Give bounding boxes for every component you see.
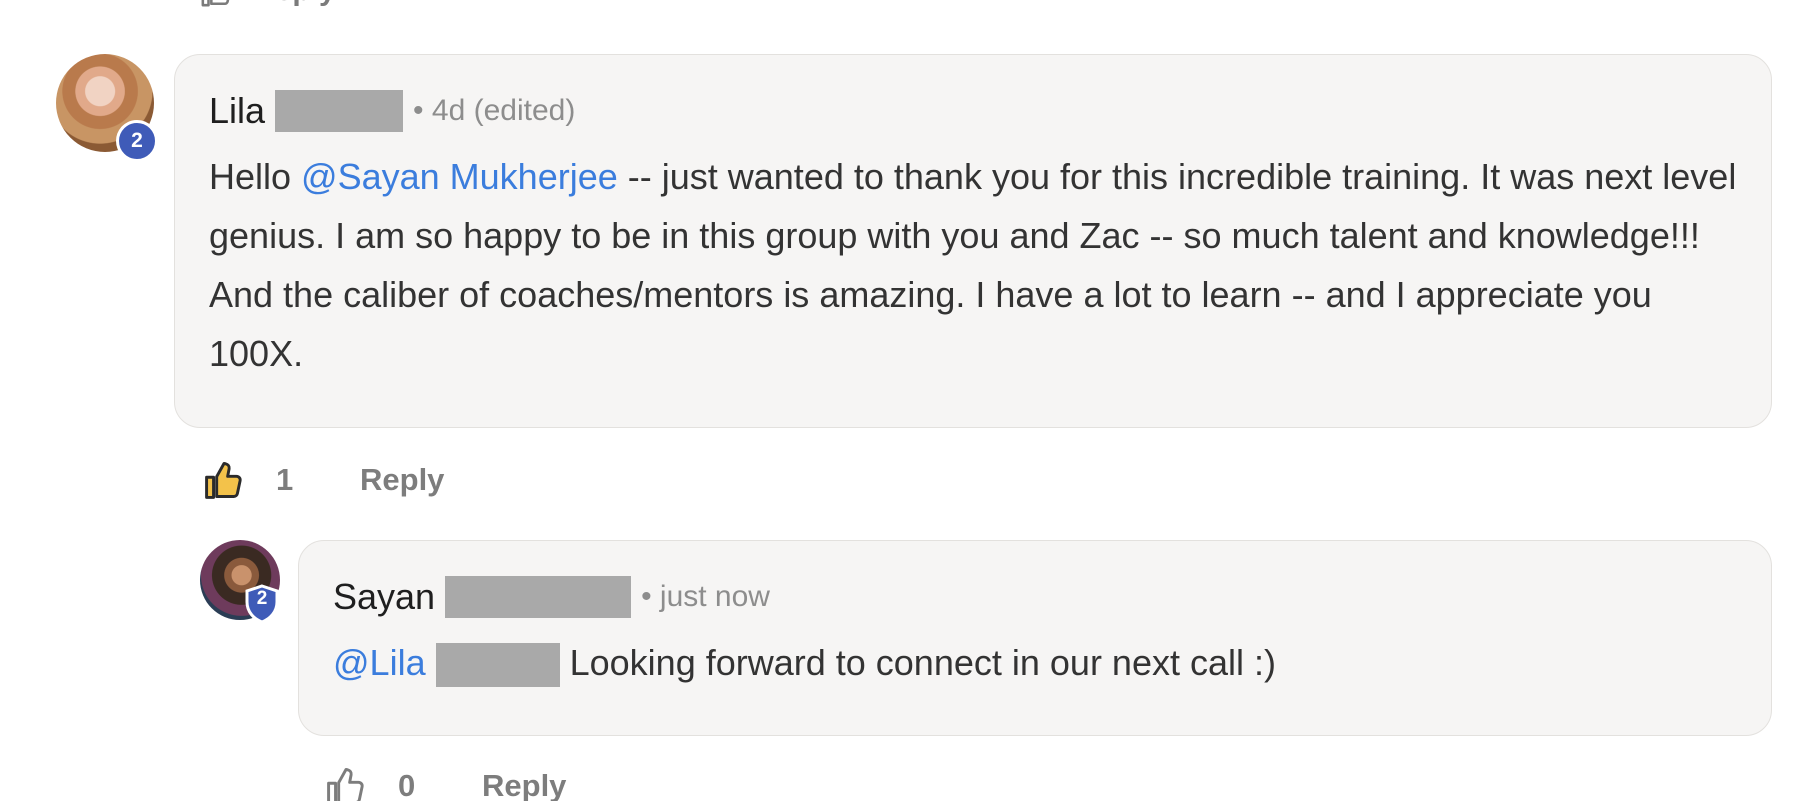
previous-comment-actions: Reply [200, 0, 336, 7]
comment-timestamp: • just now [641, 580, 770, 613]
comment-thread: Reply 2 Lila • 4d (edited) Hello @Sayan … [0, 0, 1813, 801]
level-badge: 2 [116, 120, 158, 162]
thumbs-up-icon[interactable] [324, 764, 368, 801]
like-count: 1 [276, 462, 294, 497]
thumbs-up-icon[interactable] [200, 0, 234, 8]
author-name[interactable]: Sayan [333, 576, 435, 618]
comment-body: Hello @Sayan Mukherjee -- just wanted to… [209, 147, 1737, 383]
comment-meta: Lila • 4d (edited) [209, 90, 1737, 132]
comment-meta: Sayan • just now [333, 576, 1737, 618]
comment-actions: 1 Reply [202, 458, 444, 502]
user-mention[interactable]: @Lila [333, 642, 426, 683]
comment-bubble: Sayan • just now @Lila Looking forward t… [298, 540, 1772, 736]
comment-text-prefix: Hello [209, 156, 302, 197]
level-badge-number: 2 [256, 588, 268, 609]
redacted-last-name [445, 576, 632, 618]
reply-button[interactable]: Reply [482, 768, 566, 801]
reply-button[interactable]: Reply [360, 462, 444, 498]
author-name[interactable]: Lila [209, 90, 265, 132]
comment-actions: 0 Reply [324, 764, 566, 801]
comment-bubble: Lila • 4d (edited) Hello @Sayan Mukherje… [174, 54, 1772, 428]
redacted-last-name [275, 90, 404, 132]
level-badge: 2 [244, 584, 280, 624]
comment-body: @Lila Looking forward to connect in our … [333, 633, 1737, 692]
redacted-mention-last-name [435, 643, 560, 688]
reply-button[interactable]: Reply [254, 0, 336, 8]
thumbs-up-icon[interactable] [202, 458, 246, 502]
user-mention[interactable]: @Sayan Mukherjee [301, 156, 618, 197]
like-count: 0 [398, 768, 416, 801]
comment-text: Looking forward to connect in our next c… [569, 642, 1276, 683]
comment-timestamp: • 4d (edited) [413, 94, 576, 127]
